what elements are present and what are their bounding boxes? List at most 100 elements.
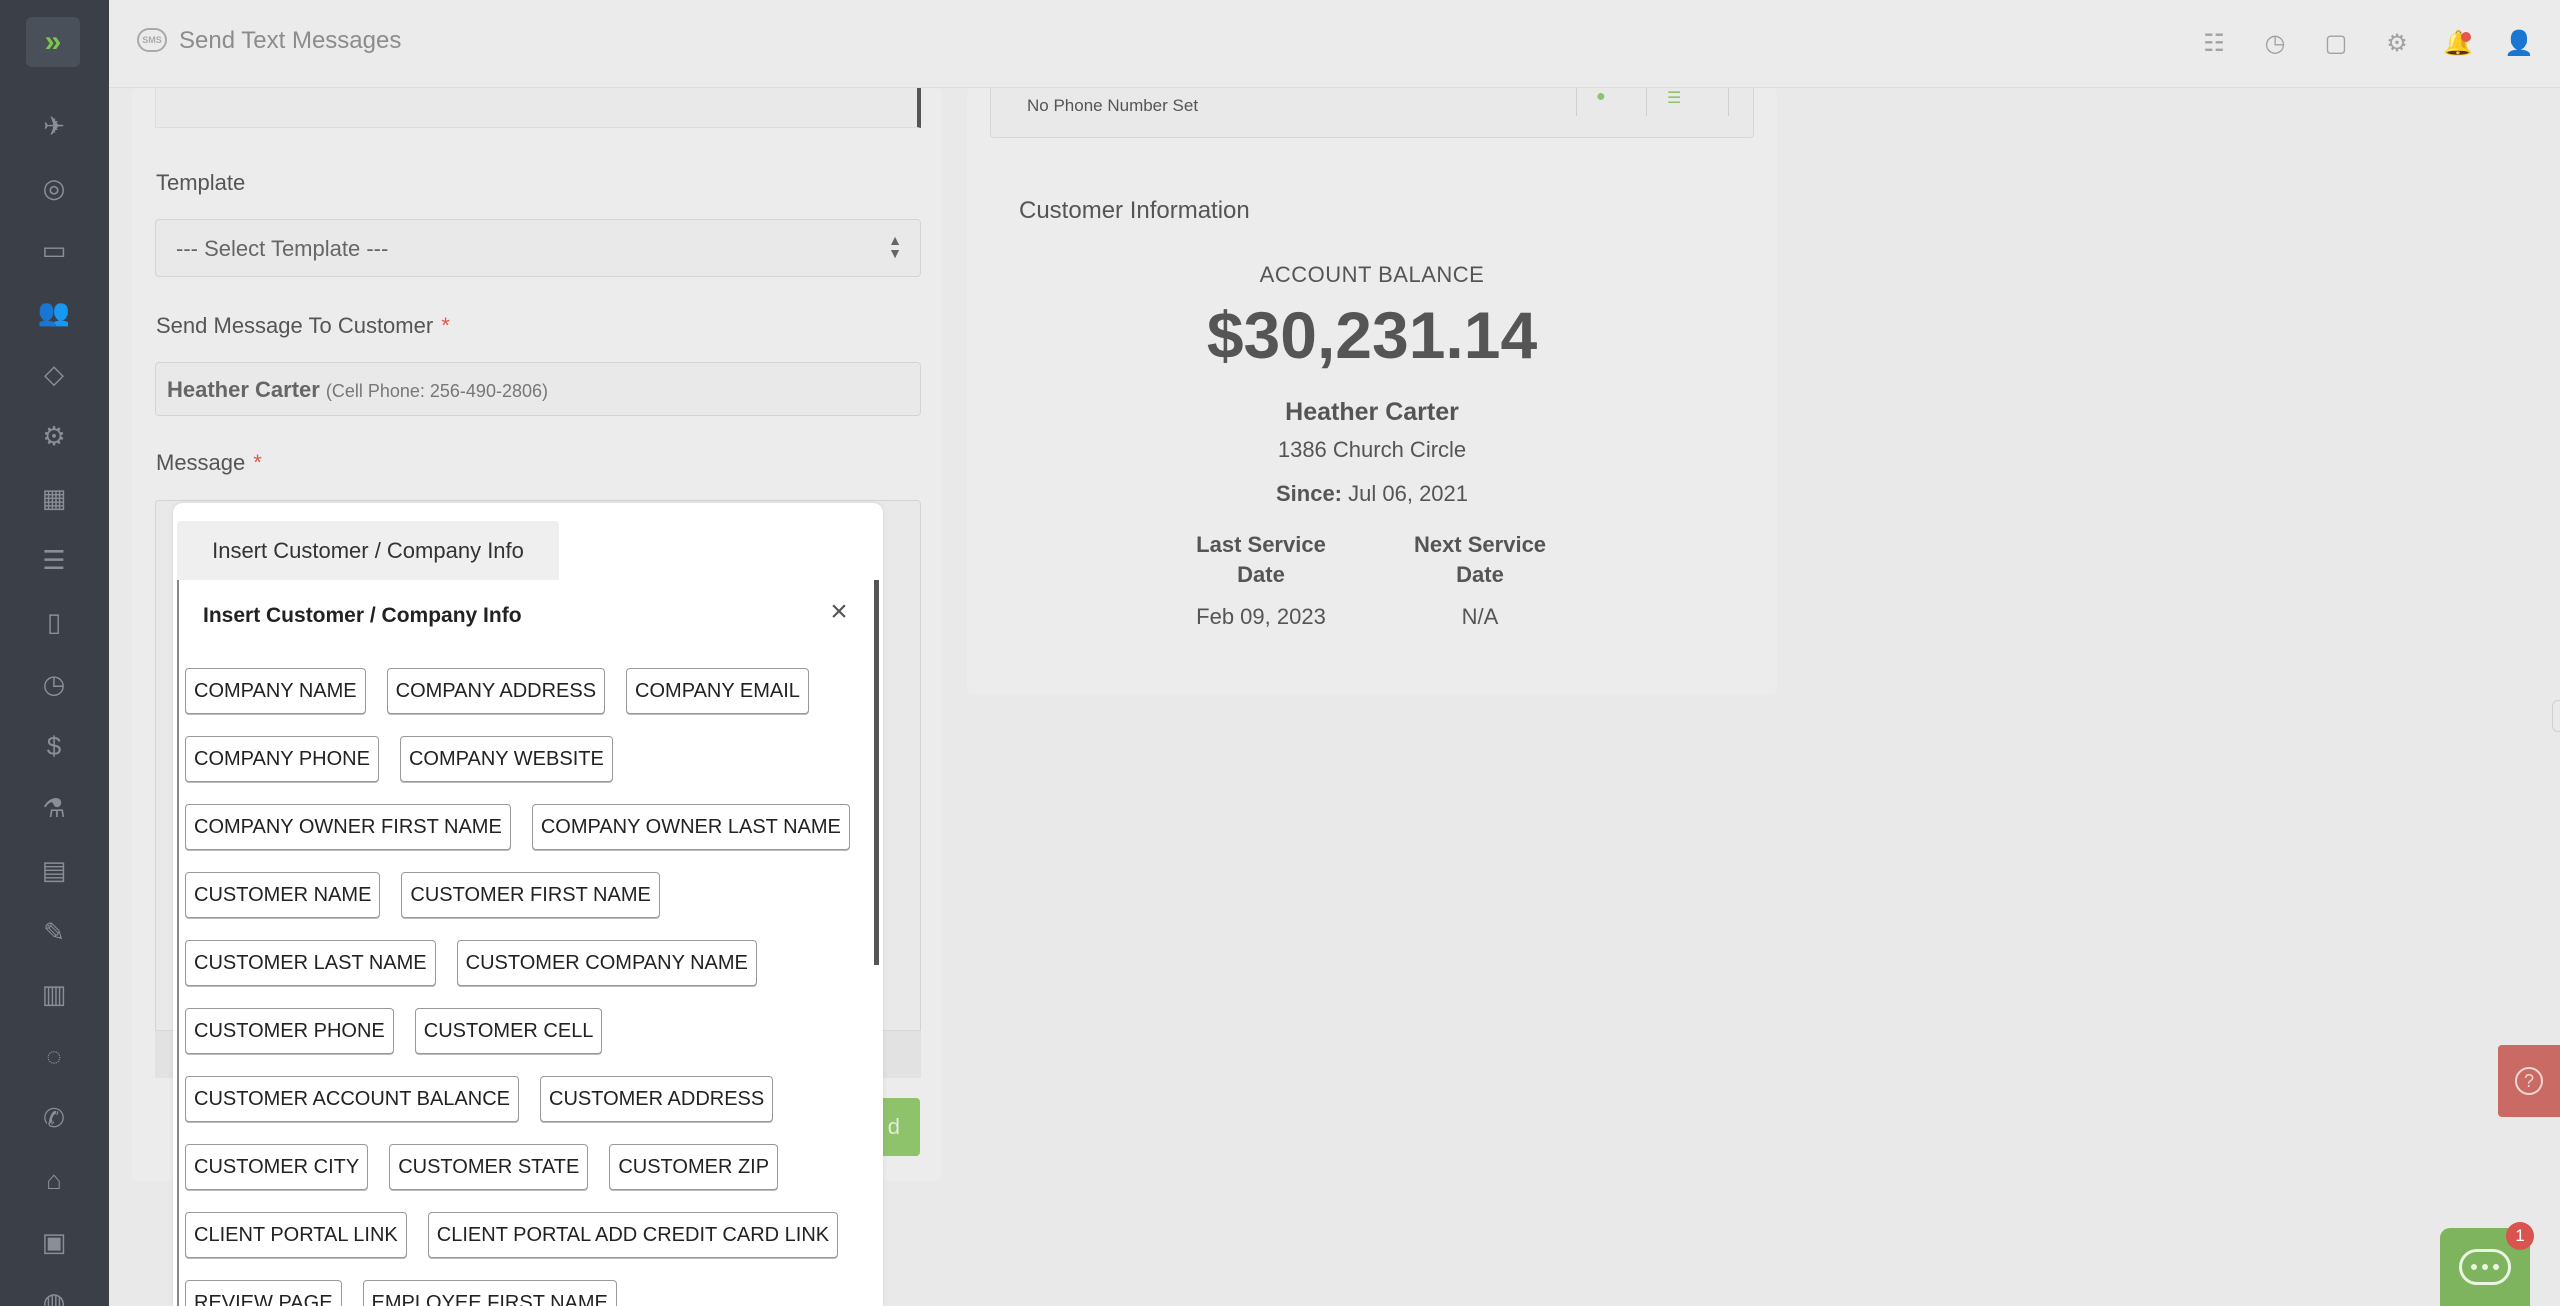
- divider: [1728, 88, 1729, 116]
- select-arrows-icon: ▲ ▼: [888, 232, 902, 261]
- merge-field-button[interactable]: CUSTOMER CELL: [414, 1008, 603, 1054]
- message-label: Message *: [156, 450, 262, 476]
- merge-field-buttons: COMPANY NAME COMPANY ADDRESS COMPANY EMAIL…: [185, 668, 865, 1306]
- merge-field-row: CUSTOMER PHONE CUSTOMER CELL: [185, 1008, 865, 1076]
- store-icon[interactable]: ⌂: [36, 1162, 72, 1198]
- merge-field-button[interactable]: CLIENT PORTAL ADD CREDIT CARD LINK: [427, 1212, 839, 1258]
- merge-field-button[interactable]: COMPANY EMAIL: [626, 668, 809, 714]
- since-value: Jul 06, 2021: [1348, 481, 1469, 506]
- send-to-customer-label: Send Message To Customer *: [156, 313, 450, 339]
- account-balance-label: ACCOUNT BALANCE: [1259, 262, 1485, 287]
- template-label: Template: [156, 170, 246, 195]
- merge-field-button[interactable]: CUSTOMER ADDRESS: [540, 1076, 774, 1122]
- customer-since: Since: Jul 06, 2021: [967, 481, 1777, 507]
- sms-icon: SMS: [137, 28, 167, 52]
- required-mark: *: [253, 450, 262, 475]
- flask-icon[interactable]: ⚗: [36, 790, 72, 826]
- merge-field-button[interactable]: CUSTOMER CITY: [185, 1144, 369, 1190]
- recipient-phone: (Cell Phone: 256-490-2806): [325, 381, 548, 401]
- template-select[interactable]: --- Select Template --- ▲ ▼: [155, 219, 921, 277]
- merge-field-button[interactable]: COMPANY WEBSITE: [399, 736, 613, 782]
- page-title: Send Text Messages: [179, 27, 402, 54]
- merge-field-button[interactable]: COMPANY ADDRESS: [386, 668, 606, 714]
- merge-field-row: COMPANY PHONE COMPANY WEBSITE: [185, 736, 865, 804]
- merge-field-row: CUSTOMER ACCOUNT BALANCE CUSTOMER ADDRESS: [185, 1076, 865, 1144]
- phone-status-text: No Phone Number Set: [1027, 96, 1199, 115]
- dollar-icon[interactable]: $: [36, 728, 72, 764]
- customer-info-title: Customer Information: [1019, 197, 1250, 224]
- clock-icon[interactable]: ◷: [36, 666, 72, 702]
- merge-field-button[interactable]: REVIEW PAGE: [185, 1280, 342, 1306]
- merge-field-button[interactable]: CUSTOMER STATE: [389, 1144, 589, 1190]
- history-clock-icon[interactable]: ◷: [2260, 28, 2290, 58]
- next-service-label-line2: Date: [1456, 562, 1504, 587]
- side-drawer-tab[interactable]: [2552, 700, 2560, 732]
- customer-recipient-field: Heather Carter (Cell Phone: 256-490-2806): [155, 362, 921, 416]
- customer-address: 1386 Church Circle: [1277, 437, 1467, 462]
- customer-name: Heather Carter: [1285, 398, 1459, 426]
- close-icon[interactable]: ×: [826, 597, 852, 627]
- top-header: SMS Send Text Messages ☷ ◷ ▢ ⚙ 🔔 👤: [109, 0, 2560, 88]
- merge-field-button[interactable]: CUSTOMER PHONE: [185, 1008, 394, 1054]
- rocket-icon[interactable]: ✈: [36, 108, 72, 144]
- merge-field-button[interactable]: CUSTOMER FIRST NAME: [401, 872, 660, 918]
- merge-field-row: CUSTOMER CITY CUSTOMER STATE CUSTOMER ZIP: [185, 1144, 865, 1212]
- last-service-label-line2: Date: [1237, 562, 1285, 587]
- merge-field-button[interactable]: COMPANY OWNER FIRST NAME: [185, 804, 511, 850]
- notification-bell-icon[interactable]: 🔔: [2443, 28, 2473, 58]
- merge-field-row: CUSTOMER NAME CUSTOMER FIRST NAME: [185, 872, 865, 940]
- required-mark: *: [441, 313, 450, 338]
- merge-field-button[interactable]: CUSTOMER NAME: [185, 872, 381, 918]
- sms-bubble-icon[interactable]: ●: [1596, 88, 1620, 105]
- merge-field-button[interactable]: CUSTOMER COMPANY NAME: [456, 940, 757, 986]
- merge-field-row: CUSTOMER LAST NAME CUSTOMER COMPANY NAME: [185, 940, 865, 1008]
- messages-icon[interactable]: ▢: [2321, 28, 2351, 58]
- database-icon[interactable]: ◍: [36, 1284, 72, 1306]
- expand-sidebar-icon[interactable]: »: [26, 17, 80, 67]
- insert-info-popover: Insert Customer / Company Info Insert Cu…: [173, 503, 883, 1306]
- clipboard-icon[interactable]: ▯: [36, 604, 72, 640]
- message-label-text: Message: [156, 450, 246, 475]
- calculator-icon[interactable]: ▣: [36, 1224, 72, 1260]
- template-select-value: --- Select Template ---: [176, 236, 389, 261]
- customer-info-panel: [967, 88, 1777, 694]
- recipient-name: Heather Carter: [167, 377, 320, 402]
- gears-icon[interactable]: ⚙: [36, 418, 72, 454]
- scrollbar[interactable]: [874, 580, 879, 965]
- checklist-icon[interactable]: ☷: [2199, 28, 2229, 58]
- question-icon: ?: [2515, 1067, 2543, 1095]
- merge-field-button[interactable]: CUSTOMER ACCOUNT BALANCE: [185, 1076, 519, 1122]
- calendar-icon[interactable]: ▦: [36, 480, 72, 516]
- merge-field-button[interactable]: EMPLOYEE FIRST NAME: [362, 1280, 617, 1306]
- last-service-label-line1: Last Service: [1196, 532, 1326, 557]
- chat-unread-badge: 1: [2506, 1222, 2534, 1250]
- merge-field-button[interactable]: COMPANY OWNER LAST NAME: [531, 804, 850, 850]
- next-service-date-value: N/A: [1461, 604, 1499, 629]
- merge-field-button[interactable]: CUSTOMER ZIP: [609, 1144, 779, 1190]
- merge-field-button[interactable]: COMPANY NAME: [185, 668, 366, 714]
- from-number-field[interactable]: [155, 88, 921, 128]
- merge-field-button[interactable]: CUSTOMER LAST NAME: [185, 940, 436, 986]
- chat-bubble-icon: [2459, 1249, 2511, 1285]
- document-icon[interactable]: ▤: [36, 852, 72, 888]
- settings-gear-icon[interactable]: ⚙: [2382, 28, 2412, 58]
- merge-field-button[interactable]: CLIENT PORTAL LINK: [185, 1212, 407, 1258]
- user-profile-icon[interactable]: 👤: [2504, 28, 2534, 58]
- help-button[interactable]: ?: [2498, 1045, 2560, 1117]
- task-list-icon[interactable]: ☰: [36, 542, 72, 578]
- send-to-customer-label-text: Send Message To Customer: [156, 313, 434, 338]
- insert-info-tab[interactable]: Insert Customer / Company Info: [177, 521, 559, 581]
- bar-chart-icon[interactable]: ▥: [36, 976, 72, 1012]
- users-icon[interactable]: 👥: [36, 294, 72, 330]
- next-service-date-label: Next Service Date: [1390, 530, 1570, 590]
- phone-icon[interactable]: ✆: [36, 1100, 72, 1136]
- merge-field-button[interactable]: COMPANY PHONE: [185, 736, 379, 782]
- last-service-date-label: Last Service Date: [1171, 530, 1351, 590]
- lifebuoy-icon[interactable]: ◎: [36, 170, 72, 206]
- signature-icon[interactable]: ✎: [36, 914, 72, 950]
- monitor-icon[interactable]: ▭: [36, 232, 72, 268]
- merge-field-row: COMPANY NAME COMPANY ADDRESS COMPANY EMAIL: [185, 668, 865, 736]
- box-icon[interactable]: ◇: [36, 356, 72, 392]
- chat-icon[interactable]: ◌: [36, 1038, 72, 1074]
- list-icon[interactable]: ☰: [1667, 88, 1691, 107]
